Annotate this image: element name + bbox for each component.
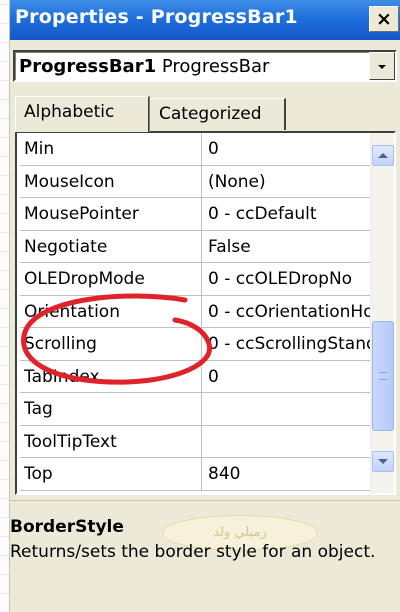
property-row[interactable]: Top 840 <box>20 458 373 491</box>
description-title: BorderStyle <box>10 517 124 537</box>
vertical-scrollbar[interactable] <box>370 133 394 493</box>
property-value[interactable] <box>204 426 372 458</box>
description-pane: رميلي ولد BorderStyle Returns/sets the b… <box>10 500 400 612</box>
close-icon: × <box>376 7 392 30</box>
arrow-down-icon[interactable] <box>372 451 394 472</box>
property-value[interactable]: 0 - ccDefault <box>204 198 372 230</box>
property-name: Orientation <box>20 295 202 327</box>
description-text: Returns/sets the border style for an obj… <box>10 542 376 562</box>
property-row[interactable]: Tag <box>20 393 373 426</box>
property-value[interactable]: 0 - ccScrollingStandard <box>204 328 372 360</box>
property-name: MousePointer <box>20 198 202 230</box>
arrow-up-icon[interactable] <box>372 145 394 166</box>
properties-window: Properties - ProgressBar1 × ProgressBar1… <box>9 0 400 612</box>
property-row[interactable]: Negotiate False <box>20 230 373 263</box>
property-value[interactable]: 0 - ccOLEDropNo <box>204 263 372 295</box>
property-name: TabIndex <box>20 360 202 392</box>
property-name: Top <box>20 458 202 490</box>
property-value[interactable]: 0 - ccOrientationHorizontal <box>204 296 372 328</box>
property-row[interactable]: ToolTipText <box>20 425 373 458</box>
object-name: ProgressBar1 <box>19 56 157 77</box>
property-name: Tag <box>20 393 202 425</box>
property-row[interactable]: OLEDropMode 0 - ccOLEDropNo <box>20 263 373 296</box>
property-name: MouseIcon <box>20 165 202 197</box>
window-title: Properties - ProgressBar1 <box>15 6 298 28</box>
property-row[interactable]: Scrolling0 - ccScrollingStandard <box>20 328 373 361</box>
property-row[interactable]: MouseIcon (None) <box>20 165 373 198</box>
property-row[interactable]: Min 0 <box>20 133 373 166</box>
scrollbar-thumb[interactable] <box>372 321 394 431</box>
property-value[interactable]: 0 <box>204 133 372 165</box>
property-value[interactable] <box>204 393 372 425</box>
property-value[interactable]: (None) <box>204 166 372 198</box>
property-name: Negotiate <box>20 230 202 262</box>
title-bar[interactable]: Properties - ProgressBar1 × <box>10 0 400 40</box>
property-value[interactable]: 0 <box>204 361 372 393</box>
object-selector-value: ProgressBar1 ProgressBar <box>19 56 269 77</box>
chevron-down-icon[interactable] <box>369 52 395 80</box>
property-row[interactable]: Orientation0 - ccOrientationHorizontal <box>20 295 373 328</box>
object-selector[interactable]: ProgressBar1 ProgressBar <box>13 50 397 82</box>
property-grid: Min 0 MouseIcon (None) MousePointer 0 - ccDef… <box>15 131 396 495</box>
close-button[interactable]: × <box>369 6 399 32</box>
property-value[interactable]: False <box>204 231 372 263</box>
property-name: Scrolling <box>20 328 202 360</box>
property-name: OLEDropMode <box>20 263 202 295</box>
property-name: Min <box>20 133 202 165</box>
tab-categorized[interactable]: Categorized <box>151 98 286 130</box>
property-name: ToolTipText <box>20 425 202 457</box>
tab-alphabetic[interactable]: Alphabetic <box>15 96 149 132</box>
property-row[interactable]: MousePointer 0 - ccDefault <box>20 198 373 231</box>
property-row[interactable]: TabIndex 0 <box>20 360 373 393</box>
object-type: ProgressBar <box>161 56 270 77</box>
property-value[interactable]: 840 <box>204 458 372 490</box>
property-list: Min 0 MouseIcon (None) MousePointer 0 - ccDef… <box>20 133 373 491</box>
